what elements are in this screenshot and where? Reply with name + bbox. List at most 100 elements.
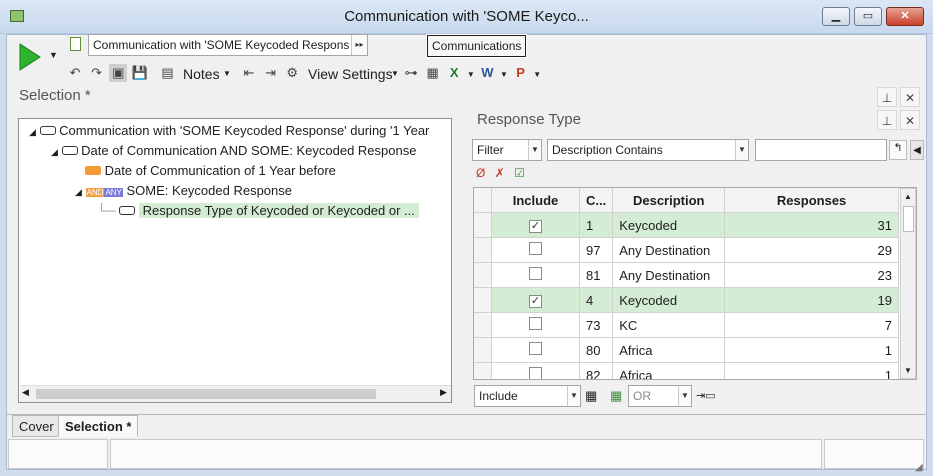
indent-icon[interactable]: ⇥ <box>262 64 280 82</box>
scroll-right-arrow[interactable]: ▶ <box>440 387 447 398</box>
scroll-left-arrow[interactable]: ◀ <box>22 387 29 398</box>
column-header-description[interactable]: Description <box>612 188 726 213</box>
table-row[interactable]: ✓ 1 Keycoded 31 <box>474 212 899 238</box>
clear-icon[interactable]: ✗ <box>495 166 505 180</box>
run-button[interactable] <box>18 42 42 72</box>
include-cell[interactable] <box>491 337 580 363</box>
responses-cell: 1 <box>724 362 899 379</box>
and-badge-icon: AND <box>85 188 105 197</box>
table-row[interactable]: 82 Africa 1 <box>474 362 899 379</box>
notes-icon[interactable]: ▤ <box>159 64 177 82</box>
pin-icon[interactable]: ⊥ <box>877 110 897 130</box>
include-mode-label: Include <box>479 389 518 403</box>
column-header-code[interactable]: C... <box>578 188 614 213</box>
excel-dropdown-icon[interactable]: ▼ <box>467 70 475 79</box>
powerpoint-dropdown-icon[interactable]: ▼ <box>533 70 541 79</box>
table-row[interactable]: 81 Any Destination 23 <box>474 262 899 288</box>
include-mode-dropdown[interactable]: Include ▼ <box>474 385 581 407</box>
include-cell[interactable] <box>491 312 580 338</box>
include-checkbox[interactable]: ✓ <box>529 220 542 233</box>
row-header-corner <box>474 188 492 213</box>
clear-filter-icon[interactable]: ↰ <box>889 140 907 160</box>
save-icon[interactable]: 💾 <box>131 64 149 82</box>
powerpoint-icon[interactable]: P <box>512 64 530 82</box>
word-dropdown-icon[interactable]: ▼ <box>500 70 508 79</box>
tree-node-response-type[interactable]: └─ Response Type of Keycoded or Keycoded… <box>97 201 419 221</box>
scroll-thumb[interactable] <box>36 389 376 399</box>
include-checkbox[interactable] <box>529 317 542 330</box>
null-icon[interactable]: Ø <box>476 166 485 180</box>
and-node-icon <box>61 146 78 155</box>
pin-icon[interactable]: ⊥ <box>877 87 897 107</box>
include-checkbox[interactable]: ✓ <box>529 295 542 308</box>
include-checkbox[interactable] <box>529 242 542 255</box>
view-settings-button[interactable]: View Settings <box>308 66 393 82</box>
word-icon[interactable]: W <box>478 64 496 82</box>
column-header-responses[interactable]: Responses <box>724 188 899 213</box>
panel-close-icon[interactable]: ✕ <box>900 87 920 107</box>
column-header-include[interactable]: Include <box>491 188 580 213</box>
grid-icon[interactable]: ▦ <box>424 64 442 82</box>
tree-node-root[interactable]: ◢ Communication with 'SOME Keycoded Resp… <box>29 121 429 141</box>
table-icon[interactable]: ▦ <box>610 388 622 404</box>
table-row[interactable]: 73 KC 7 <box>474 312 899 338</box>
include-checkbox[interactable] <box>529 267 542 280</box>
collapse-arrow-icon[interactable]: ◢ <box>29 127 36 137</box>
check-all-icon[interactable]: ☑ <box>514 166 525 180</box>
filter-mode-dropdown[interactable]: Description Contains ▼ <box>547 139 749 161</box>
fast-forward-icon[interactable]: ▸▸ <box>351 35 367 55</box>
arrow-right-box-icon[interactable]: ⇥▭ <box>696 389 716 402</box>
table-row[interactable]: 97 Any Destination 29 <box>474 237 899 263</box>
document-icon <box>70 37 81 51</box>
selection-name-field[interactable]: Communication with 'SOME Keycoded Respon… <box>88 34 368 56</box>
panel-close-icon[interactable]: ✕ <box>900 110 920 130</box>
include-cell[interactable]: ✓ <box>491 212 580 238</box>
view-settings-dropdown-icon[interactable]: ▼ <box>391 69 399 78</box>
lock-icon[interactable]: ▣ <box>109 64 128 82</box>
excel-icon[interactable]: X <box>445 64 463 82</box>
include-checkbox[interactable] <box>529 367 542 379</box>
tree-icon[interactable]: ⊶ <box>402 64 420 82</box>
maximize-button[interactable]: ▭ <box>854 7 882 26</box>
scroll-thumb[interactable] <box>903 206 914 232</box>
include-cell[interactable]: ✓ <box>491 287 580 313</box>
undo-icon[interactable]: ↶ <box>66 64 84 82</box>
code-cell: 82 <box>578 362 614 379</box>
tree-node-and[interactable]: ◢ Date of Communication AND SOME: Keycod… <box>51 141 416 161</box>
tab-selection[interactable]: Selection * <box>58 415 139 437</box>
tree-node-some[interactable]: ◢ AND ANY SOME: Keycoded Response <box>75 181 292 201</box>
collapse-arrow-icon[interactable]: ◢ <box>51 147 58 157</box>
tree-node-label: Date of Communication AND SOME: Keycoded… <box>81 143 417 158</box>
collapse-arrow-icon[interactable]: ◢ <box>75 187 82 197</box>
filter-mode-label: Description Contains <box>552 143 663 157</box>
status-cell-right <box>824 439 924 469</box>
selection-panel-title: Selection * <box>19 87 91 104</box>
minimize-button[interactable]: ▁ <box>822 7 850 26</box>
table-row[interactable]: 80 Africa 1 <box>474 337 899 363</box>
close-button[interactable]: ✕ <box>886 7 924 26</box>
include-checkbox[interactable] <box>529 342 542 355</box>
grid-vertical-scrollbar[interactable]: ▲ ▼ <box>900 188 916 379</box>
calculator-icon[interactable]: ▦ <box>585 388 597 404</box>
tab-cover[interactable]: Cover <box>12 415 61 437</box>
redo-icon[interactable]: ↷ <box>88 64 106 82</box>
table-row[interactable]: ✓ 4 Keycoded 19 <box>474 287 899 313</box>
include-cell[interactable] <box>491 262 580 288</box>
resize-grip-icon[interactable]: ◢ <box>915 462 923 473</box>
run-dropdown-arrow[interactable]: ▼ <box>49 50 58 60</box>
include-cell[interactable] <box>491 362 580 379</box>
notes-button[interactable]: Notes <box>183 66 220 82</box>
tree-node-date[interactable]: Date of Communication of 1 Year before <box>85 161 336 181</box>
notes-dropdown-icon[interactable]: ▼ <box>223 69 231 78</box>
filter-dropdown[interactable]: Filter ▼ <box>472 139 542 161</box>
outdent-icon[interactable]: ⇤ <box>240 64 258 82</box>
settings-gear-icon[interactable]: ⚙ <box>283 64 301 82</box>
scroll-up-arrow[interactable]: ▲ <box>904 192 912 201</box>
operator-dropdown[interactable]: OR ▼ <box>628 385 692 407</box>
collapse-left-icon[interactable]: ◀ <box>910 140 924 160</box>
tree-horizontal-scrollbar[interactable]: ◀ ▶ <box>20 385 451 402</box>
filter-text-input[interactable] <box>755 139 887 161</box>
scroll-down-arrow[interactable]: ▼ <box>904 366 912 375</box>
include-cell[interactable] <box>491 237 580 263</box>
responses-cell: 19 <box>724 287 899 313</box>
